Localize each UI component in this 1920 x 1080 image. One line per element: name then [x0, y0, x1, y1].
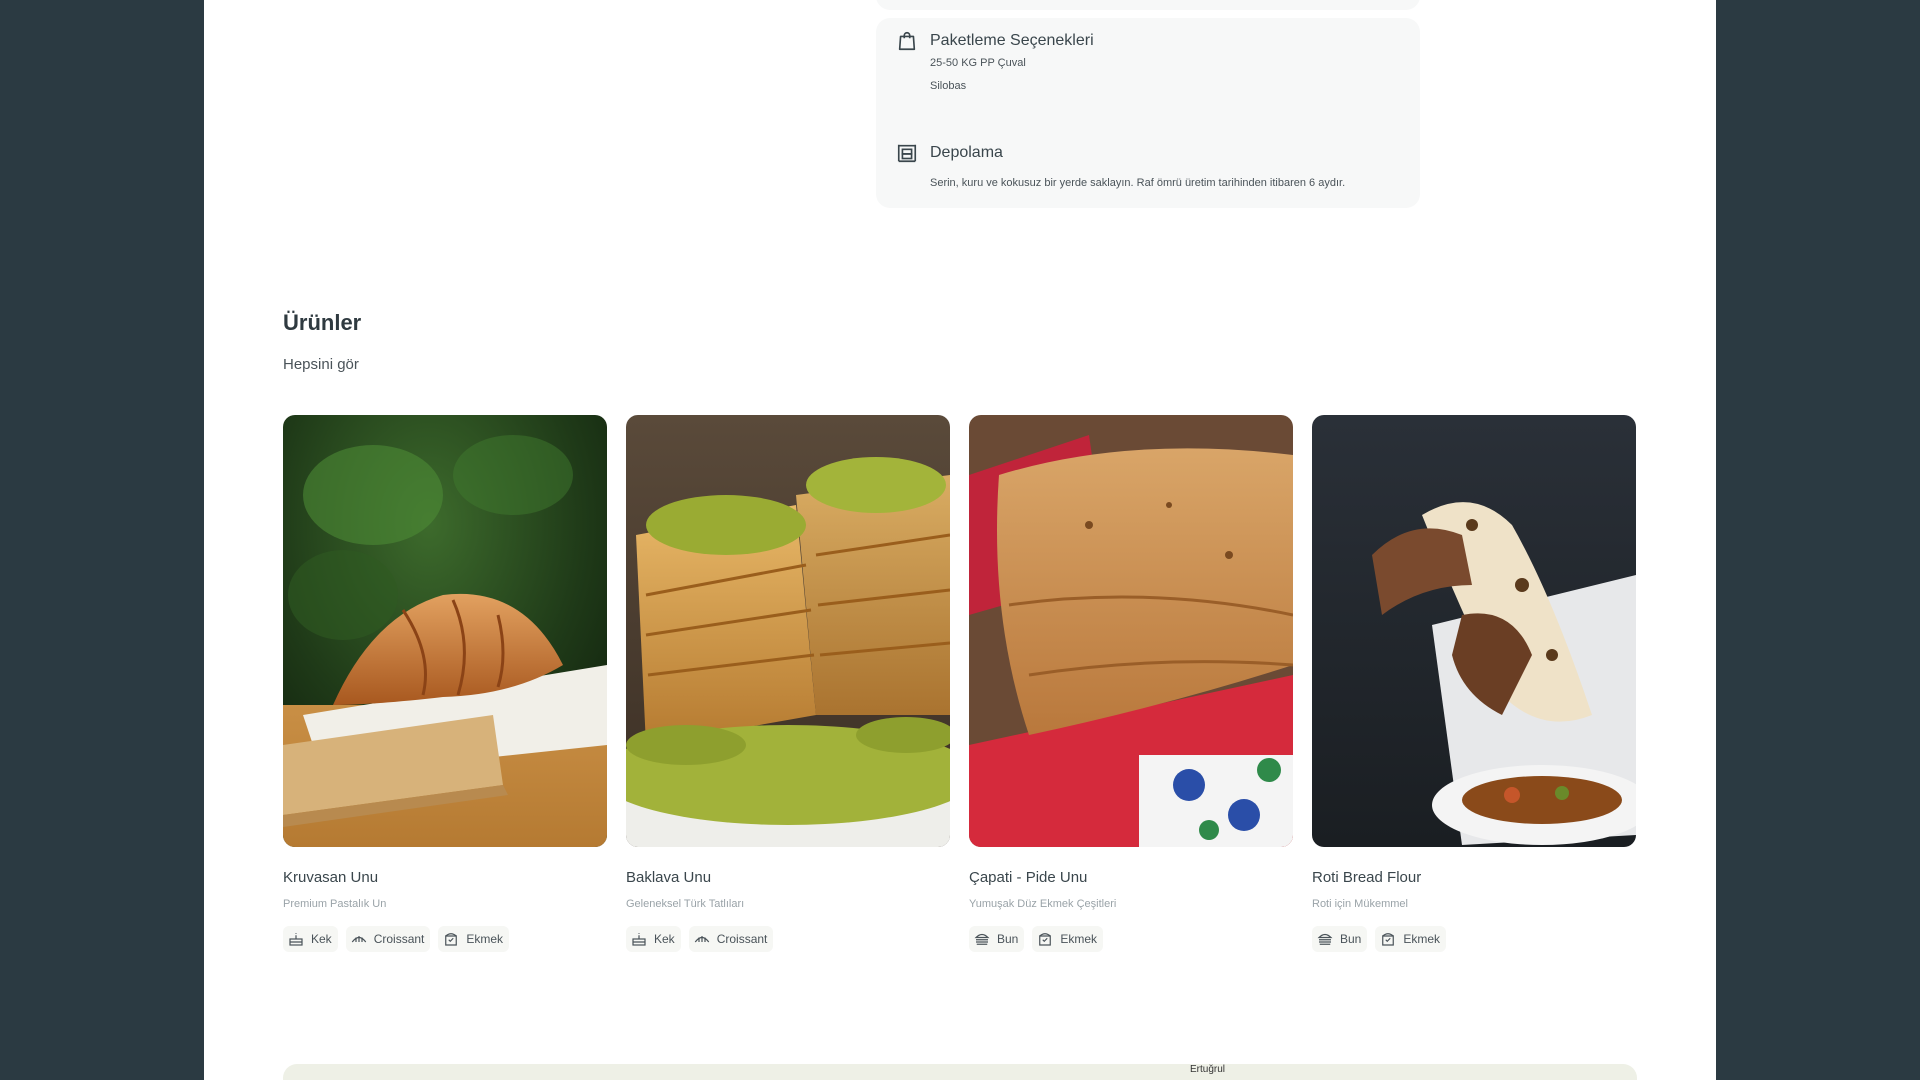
- cake-icon: [632, 933, 646, 946]
- tag-croissant: Croissant: [345, 926, 431, 952]
- bread-icon: [1382, 933, 1395, 946]
- product-tags: Kek Croissant: [626, 926, 950, 952]
- croissant-photo[interactable]: [283, 415, 607, 847]
- product-subtitle: Geleneksel Türk Tatlıları: [626, 898, 745, 910]
- chapati-photo[interactable]: [969, 415, 1293, 847]
- product-card[interactable]: Kruvasan Unu Premium Pastalık Un Kek Cro…: [283, 415, 607, 952]
- product-details-card: Paketleme Seçenekleri 25-50 KG PP Çuval …: [876, 18, 1420, 208]
- product-card[interactable]: Baklava Unu Geleneksel Türk Tatlıları Ke…: [626, 415, 950, 952]
- warehouse-icon: [897, 144, 917, 163]
- product-name[interactable]: Baklava Unu: [626, 869, 950, 886]
- product-subtitle: Premium Pastalık Un: [283, 898, 387, 910]
- tag-bun: Bun: [1312, 926, 1368, 952]
- tag-croissant: Croissant: [688, 926, 774, 952]
- see-all-link[interactable]: Hepsini gör: [283, 356, 359, 373]
- cake-icon: [289, 933, 303, 946]
- tag-ekmek: Ekmek: [1032, 926, 1104, 952]
- storage-title: Depolama: [930, 144, 1003, 161]
- bread-icon: [1039, 933, 1052, 946]
- tag-kek: Kek: [626, 926, 681, 952]
- product-tags: Bun Ekmek: [969, 926, 1293, 952]
- products-grid: Kruvasan Unu Premium Pastalık Un Kek Cro…: [283, 415, 1637, 955]
- tag-ekmek: Ekmek: [1375, 926, 1447, 952]
- info-card-previous: [876, 0, 1420, 10]
- product-name[interactable]: Çapati - Pide Unu: [969, 869, 1293, 886]
- products-heading: Ürünler: [283, 310, 362, 335]
- product-subtitle: Roti için Mükemmel: [1312, 898, 1408, 910]
- packaging-option: Silobas: [930, 80, 967, 92]
- storage-section: Depolama Serin, kuru ve kokusuz bir yerd…: [896, 142, 1400, 195]
- product-name[interactable]: Roti Bread Flour: [1312, 869, 1636, 886]
- roti-photo[interactable]: [1312, 415, 1636, 847]
- product-subtitle: Yumuşak Düz Ekmek Çeşitleri: [969, 898, 1117, 910]
- packaging-option: 25-50 KG PP Çuval: [930, 57, 1026, 69]
- product-tags: Kek Croissant Ekmek: [283, 926, 607, 952]
- location-map[interactable]: Ertuğrul: [283, 1064, 1637, 1080]
- croissant-icon: [694, 936, 709, 943]
- product-card[interactable]: Çapati - Pide Unu Yumuşak Düz Ekmek Çeşi…: [969, 415, 1293, 952]
- tag-ekmek: Ekmek: [438, 926, 510, 952]
- baklava-photo[interactable]: [626, 415, 950, 847]
- page-container: Paketleme Seçenekleri 25-50 KG PP Çuval …: [204, 0, 1716, 1080]
- burger-bun-icon: [974, 933, 990, 945]
- map-place-label: Ertuğrul: [1190, 1064, 1226, 1075]
- packaging-section: Paketleme Seçenekleri 25-50 KG PP Çuval …: [896, 30, 1400, 98]
- product-name[interactable]: Kruvasan Unu: [283, 869, 607, 886]
- tag-kek: Kek: [283, 926, 338, 952]
- product-tags: Bun Ekmek: [1312, 926, 1636, 952]
- croissant-icon: [351, 936, 366, 943]
- packaging-title: Paketleme Seçenekleri: [930, 32, 1094, 49]
- tag-bun: Bun: [969, 926, 1025, 952]
- storage-text: Serin, kuru ve kokusuz bir yerde saklayı…: [930, 177, 1346, 189]
- product-card[interactable]: Roti Bread Flour Roti için Mükemmel Bun …: [1312, 415, 1636, 952]
- burger-bun-icon: [1317, 933, 1333, 945]
- bread-icon: [445, 933, 458, 946]
- shopping-bag-icon: [898, 31, 916, 51]
